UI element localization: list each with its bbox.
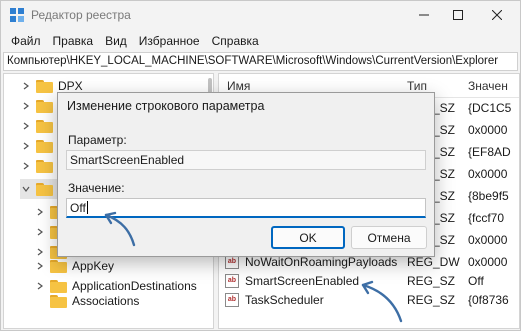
row-name: TaskScheduler (245, 293, 324, 307)
chevron-right-icon[interactable] (34, 260, 46, 272)
registry-app-icon (10, 8, 24, 22)
menu-favorites[interactable]: Избранное (133, 30, 206, 52)
string-value-icon: ab (225, 274, 239, 288)
tree-item[interactable]: Associations (50, 291, 139, 311)
tree-item-label: DPX (58, 79, 83, 93)
column-value-header[interactable]: Значен (468, 79, 508, 93)
string-value-icon: ab (225, 293, 239, 307)
maximize-icon (453, 10, 463, 20)
row-value: {8be9f5 (468, 189, 509, 203)
title-bar[interactable]: Редактор реестра (1, 1, 520, 29)
minimize-button[interactable] (408, 3, 440, 27)
maximize-button[interactable] (442, 3, 474, 27)
folder-icon (36, 119, 53, 133)
row-value: Off (468, 274, 484, 288)
chevron-right-icon[interactable] (34, 206, 46, 218)
close-button[interactable] (481, 3, 513, 27)
chevron-right-icon[interactable] (34, 280, 46, 292)
ok-button[interactable]: OK (271, 226, 345, 249)
list-row-smartscreen[interactable]: ab SmartScreenEnabled REG_SZ Off (219, 271, 519, 291)
chevron-right-icon[interactable] (20, 100, 32, 112)
close-icon (492, 10, 502, 20)
row-value: 0x0000 (468, 233, 508, 247)
dialog-title: Изменение строкового параметра (67, 99, 265, 113)
value-label: Значение: (68, 181, 125, 195)
edit-string-dialog: Изменение строкового параметра Параметр:… (57, 92, 435, 257)
text-caret (86, 201, 88, 214)
menu-bar: Файл Правка Вид Избранное Справка (1, 30, 520, 52)
dword-value-icon: ab (225, 255, 239, 269)
row-type: REG_DW (407, 255, 460, 269)
folder-icon (36, 139, 53, 153)
folder-icon (36, 159, 53, 173)
chevron-down-icon[interactable] (20, 183, 32, 195)
column-type-header[interactable]: Тип (407, 79, 427, 93)
row-value: {DC1C5 (468, 101, 512, 115)
folder-icon (36, 79, 53, 93)
menu-edit[interactable]: Правка (47, 30, 100, 52)
row-type: REG_SZ (407, 293, 456, 307)
chevron-right-icon[interactable] (20, 120, 32, 132)
folder-icon (36, 182, 53, 196)
tree-item-label: Associations (72, 294, 140, 308)
minimize-icon (419, 14, 429, 16)
row-value: 0x0000 (468, 167, 508, 181)
menu-file[interactable]: Файл (5, 30, 47, 52)
registry-editor-window: Редактор реестра Файл Правка Вид Избранн… (0, 0, 521, 331)
menu-help[interactable]: Справка (206, 30, 265, 52)
chevron-right-icon[interactable] (20, 140, 32, 152)
row-value: 0x0000 (468, 255, 508, 269)
row-value: {fccf70 (468, 211, 505, 225)
list-row[interactable]: ab TaskScheduler REG_SZ {0f8736 (219, 290, 519, 310)
value-input-text: Off (70, 201, 86, 215)
row-type: REG_SZ (407, 274, 456, 288)
row-value: {EF8AD (468, 145, 511, 159)
folder-icon (36, 99, 53, 113)
cancel-button[interactable]: Отмена (351, 226, 427, 249)
chevron-right-icon[interactable] (34, 226, 46, 238)
param-label: Параметр: (68, 133, 127, 147)
column-name-header[interactable]: Имя (227, 79, 250, 93)
menu-view[interactable]: Вид (99, 30, 133, 52)
tree-item-label: AppKey (72, 259, 115, 273)
address-bar[interactable]: Компьютер\HKEY_LOCAL_MACHINE\SOFTWARE\Mi… (3, 52, 518, 71)
chevron-right-icon[interactable] (20, 80, 32, 92)
value-input[interactable]: Off (66, 198, 426, 218)
row-value: {0f8736 (468, 293, 509, 307)
window-title: Редактор реестра (31, 8, 131, 22)
tree-item[interactable]: AppKey (34, 256, 114, 276)
row-name: NoWaitOnRoamingPayloads (245, 255, 398, 269)
chevron-right-icon[interactable] (20, 160, 32, 172)
folder-icon (50, 259, 67, 273)
param-name-field: SmartScreenEnabled (66, 150, 426, 170)
row-value: 0x0000 (468, 123, 508, 137)
folder-icon (50, 294, 67, 308)
row-name: SmartScreenEnabled (245, 274, 360, 288)
